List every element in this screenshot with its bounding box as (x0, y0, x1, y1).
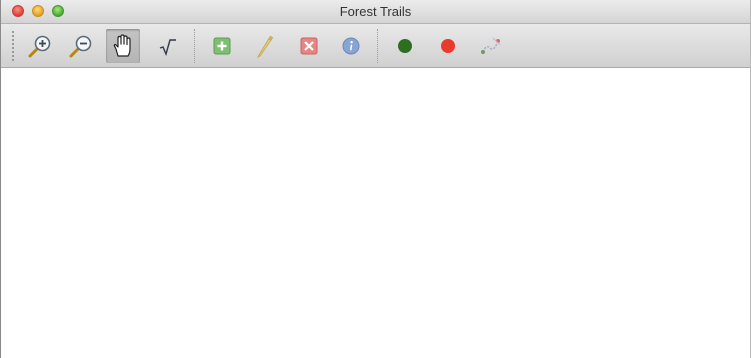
green-dot-icon (397, 38, 413, 54)
info-icon (342, 37, 360, 55)
pencil-icon (253, 34, 275, 58)
zoom-in-button[interactable] (23, 29, 57, 63)
app-window: Forest Trails (0, 0, 751, 358)
toolbar-separator (377, 29, 378, 63)
pan-button[interactable] (106, 29, 140, 63)
square-root-icon (157, 35, 179, 57)
edit-button[interactable] (247, 29, 281, 63)
zoom-in-icon (27, 33, 53, 59)
start-point-button[interactable] (388, 29, 422, 63)
route-button[interactable] (474, 29, 508, 63)
delete-button[interactable] (292, 29, 326, 63)
zoom-out-button[interactable] (64, 29, 98, 63)
zoom-out-icon (68, 33, 94, 59)
end-point-button[interactable] (431, 29, 465, 63)
info-button[interactable] (334, 29, 368, 63)
title-bar: Forest Trails (1, 0, 750, 24)
delete-icon (300, 37, 318, 55)
map-canvas[interactable] (1, 68, 750, 358)
window-title: Forest Trails (339, 4, 412, 19)
toolbar-separator (194, 29, 195, 63)
toolbar (1, 24, 750, 68)
calculator-button[interactable] (151, 29, 185, 63)
add-button[interactable] (205, 29, 239, 63)
red-dot-icon (440, 38, 456, 54)
route-icon (480, 36, 502, 56)
add-icon (213, 37, 231, 55)
toolbar-grip[interactable] (11, 30, 15, 62)
pan-hand-icon (112, 34, 134, 58)
